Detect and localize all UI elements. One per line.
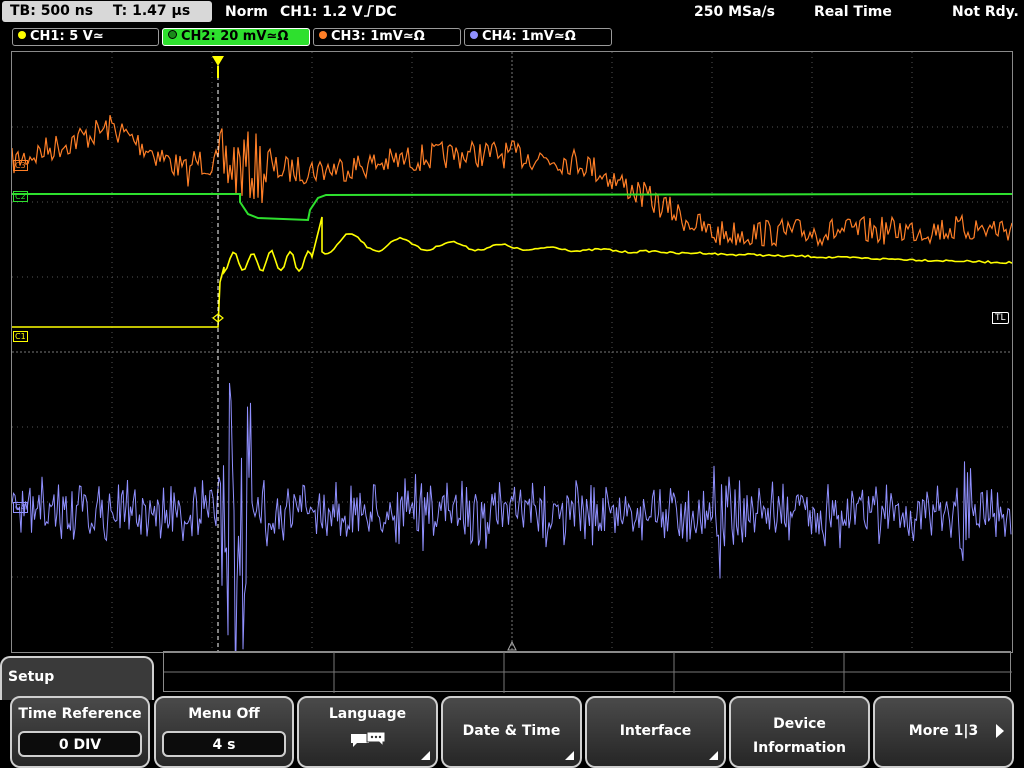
- softkey-label: Date & Time: [462, 723, 561, 739]
- channel-tab-ch1[interactable]: CH1: 5 V≃: [12, 28, 159, 46]
- trigger-time-value: T: 1.47 µs: [112, 3, 191, 19]
- trigger-source: CH1: 1.2 V DC: [280, 4, 397, 20]
- softkey-label: Interface: [619, 723, 692, 739]
- submenu-indicator-icon: [709, 751, 718, 760]
- status-bar: TB: 500 ns T: 1.47 µs Norm CH1: 1.2 V DC …: [0, 0, 1024, 24]
- softkey-label: Language: [328, 706, 407, 722]
- sample-rate: 250 MSa/s: [694, 4, 776, 20]
- overview-grid: [164, 652, 1012, 693]
- timebase-display[interactable]: TB: 500 ns T: 1.47 µs: [2, 1, 212, 22]
- ready-state: Not Rdy.: [952, 4, 1019, 20]
- acquisition-mode: Real Time: [814, 4, 892, 20]
- next-page-arrow-icon: [996, 724, 1004, 738]
- ch1-color-dot: [18, 31, 26, 39]
- channel-tab-ch2[interactable]: CH2: 20 mV≃Ω: [162, 28, 310, 46]
- language-softkey[interactable]: Language: [297, 696, 438, 768]
- more-softkey[interactable]: More 1|3: [873, 696, 1014, 768]
- waveform-display[interactable]: C3 C2 C1 C4 TL: [11, 51, 1013, 653]
- trigger-position-icon: [212, 56, 224, 66]
- speech-bubbles-icon: [351, 731, 386, 748]
- time-reference-value: 0 DIV: [18, 731, 142, 757]
- ch3-ground-marker[interactable]: C3: [13, 160, 28, 171]
- ch2-color-dot: [168, 30, 177, 39]
- waveform-canvas: [12, 52, 1012, 652]
- rising-edge-icon: [363, 5, 374, 17]
- ch4-ground-marker[interactable]: C4: [13, 502, 28, 513]
- submenu-indicator-icon: [421, 751, 430, 760]
- softkey-label: Time Reference: [18, 706, 142, 722]
- menu-off-softkey[interactable]: Menu Off 4 s: [154, 696, 294, 768]
- ch1-ground-marker[interactable]: C1: [13, 331, 28, 342]
- menu-off-value: 4 s: [162, 731, 286, 757]
- date-time-softkey[interactable]: Date & Time: [441, 696, 582, 768]
- interface-softkey[interactable]: Interface: [585, 696, 726, 768]
- trigger-level-marker[interactable]: TL: [992, 312, 1009, 324]
- ch2-ground-marker[interactable]: C2: [13, 191, 28, 202]
- device-information-softkey[interactable]: Device Information: [729, 696, 870, 768]
- softkey-label: Device Information: [753, 716, 846, 756]
- timebase-value: TB: 500 ns: [10, 3, 94, 19]
- channel-tab-ch3[interactable]: CH3: 1mV≃Ω: [313, 28, 461, 46]
- time-reference-softkey[interactable]: Time Reference 0 DIV: [10, 696, 150, 768]
- overview-panel: [163, 651, 1012, 693]
- softkey-label: Menu Off: [188, 706, 260, 722]
- submenu-indicator-icon: [565, 751, 574, 760]
- ch4-color-dot: [470, 31, 478, 39]
- ch3-color-dot: [319, 31, 327, 39]
- channel-tab-ch4[interactable]: CH4: 1mV≃Ω: [464, 28, 612, 46]
- softkey-label: More 1|3: [908, 723, 979, 739]
- trigger-mode: Norm: [225, 4, 268, 20]
- menu-title: Setup: [8, 669, 55, 685]
